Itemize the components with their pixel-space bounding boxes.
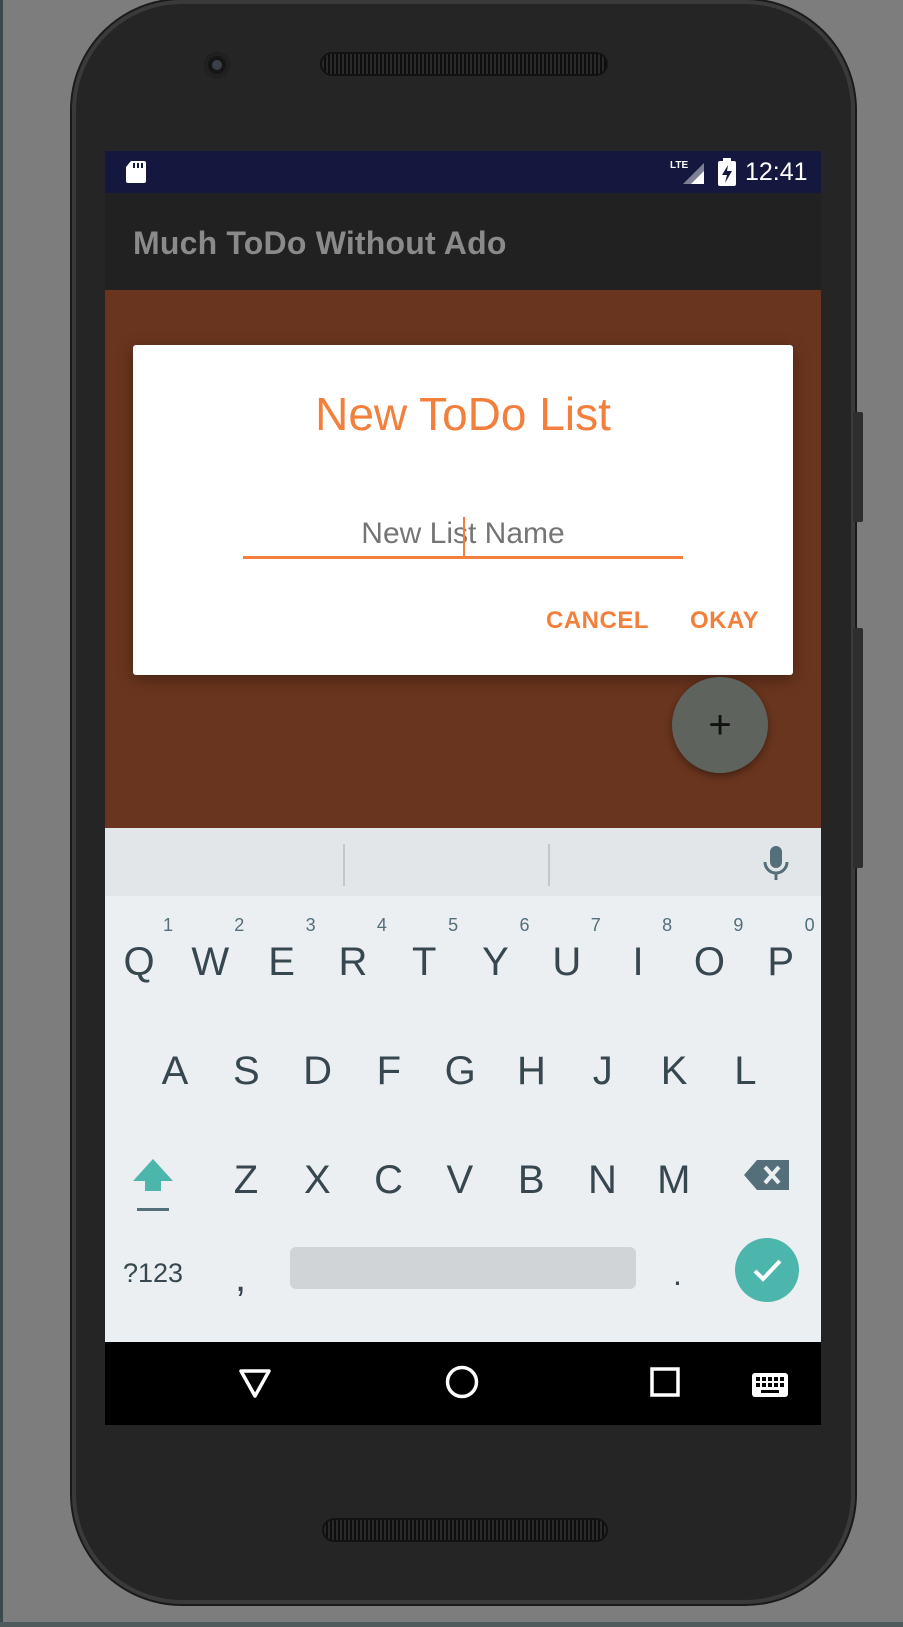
key-number-hint: 9 [733,915,744,935]
key-i[interactable]: I8 [606,916,673,1002]
key-number-hint: 2 [234,915,245,935]
dialog-title: New ToDo List [315,388,611,440]
app-bar: Much ToDo Without Ado [105,193,821,290]
key-o[interactable]: O9 [677,916,744,1002]
key-g[interactable]: G [428,1031,492,1111]
key-f[interactable]: F [357,1031,421,1111]
lte-signal-icon: LTE [670,160,704,184]
backspace-icon[interactable] [743,1158,791,1192]
shift-icon[interactable] [125,1153,181,1217]
key-x[interactable]: X [285,1140,349,1220]
key-u[interactable]: U7 [535,916,600,1002]
navigation-bar [105,1342,821,1425]
done-key[interactable] [735,1238,799,1302]
key-n[interactable]: N [571,1140,635,1220]
key-label: E [268,940,295,984]
key-j[interactable]: J [571,1031,635,1111]
key-number-hint: 4 [376,915,387,935]
power-button [853,628,863,868]
key-w[interactable]: W2 [178,916,244,1002]
space-key[interactable] [290,1247,636,1289]
comma-key[interactable]: , [235,1256,246,1301]
period-key[interactable]: . [673,1256,682,1293]
mic-icon[interactable] [761,844,791,884]
key-number-hint: 3 [305,915,316,935]
key-label: Y [482,940,509,984]
key-label: T [411,940,437,984]
key-b[interactable]: B [499,1140,563,1220]
plus-icon: + [708,702,732,747]
suggestion-strip [105,828,821,896]
key-q[interactable]: Q1 [107,916,173,1002]
key-p[interactable]: P0 [749,916,814,1002]
cancel-button[interactable]: CANCEL [546,607,649,635]
status-clock: 12:41 [745,158,808,186]
sd-card-icon [126,161,146,183]
key-h[interactable]: H [500,1031,564,1111]
key-z[interactable]: Z [214,1140,278,1220]
status-bar: LTE 12:41 [105,151,821,193]
back-icon[interactable] [238,1366,272,1400]
keyboard-switch-icon[interactable] [751,1372,789,1398]
top-speaker [320,52,608,76]
suggestion-divider [548,844,550,886]
key-label: Q [123,940,155,984]
key-s[interactable]: S [214,1031,278,1111]
key-r[interactable]: R4 [321,916,386,1002]
svg-text:LTE: LTE [670,160,688,171]
key-d[interactable]: D [286,1031,350,1111]
suggestion-divider [343,844,345,886]
key-e[interactable]: E3 [250,916,315,1002]
key-number-hint: 6 [519,915,530,935]
phone-screen: LTE 12:41 Much ToDo Without Ado New ToDo… [105,151,821,1425]
volume-button [853,412,863,522]
key-number-hint: 5 [448,915,459,935]
front-camera [204,52,230,78]
done-check-icon [753,1259,782,1282]
key-y[interactable]: Y6 [464,916,529,1002]
key-number-hint: 0 [804,915,815,935]
home-icon[interactable] [444,1364,480,1400]
new-list-dialog: New ToDo List CANCEL OKAY [133,345,793,675]
key-number-hint: 7 [590,915,601,935]
key-v[interactable]: V [428,1140,492,1220]
window-bottom-edge [0,1622,903,1627]
key-label: W [191,940,230,984]
text-cursor [463,517,465,557]
key-number-hint: 1 [162,915,173,935]
key-number-hint: 8 [662,915,673,935]
key-label: U [552,940,582,984]
recents-icon[interactable] [649,1366,681,1398]
key-label: O [693,940,725,984]
okay-button[interactable]: OKAY [690,607,759,635]
key-t[interactable]: T5 [392,916,458,1002]
key-m[interactable]: M [642,1140,706,1220]
add-list-fab[interactable]: + [672,677,768,773]
app-title: Much ToDo Without Ado [133,225,507,261]
key-k[interactable]: K [642,1031,706,1111]
key-label: R [338,940,368,984]
bottom-speaker [322,1518,608,1542]
key-label: P [767,940,795,984]
key-label: I [632,940,644,984]
symbols-key[interactable]: ?123 [123,1258,183,1289]
key-a[interactable]: A [143,1031,207,1111]
key-l[interactable]: L [713,1031,777,1111]
window-edge [0,0,3,1627]
soft-keyboard: Q1W2E3R4T5Y6U7I8O9P0 ASDFGHJKL ZXCVBNM ?… [105,828,821,1342]
battery-charging-icon [718,158,736,186]
key-c[interactable]: C [357,1140,421,1220]
